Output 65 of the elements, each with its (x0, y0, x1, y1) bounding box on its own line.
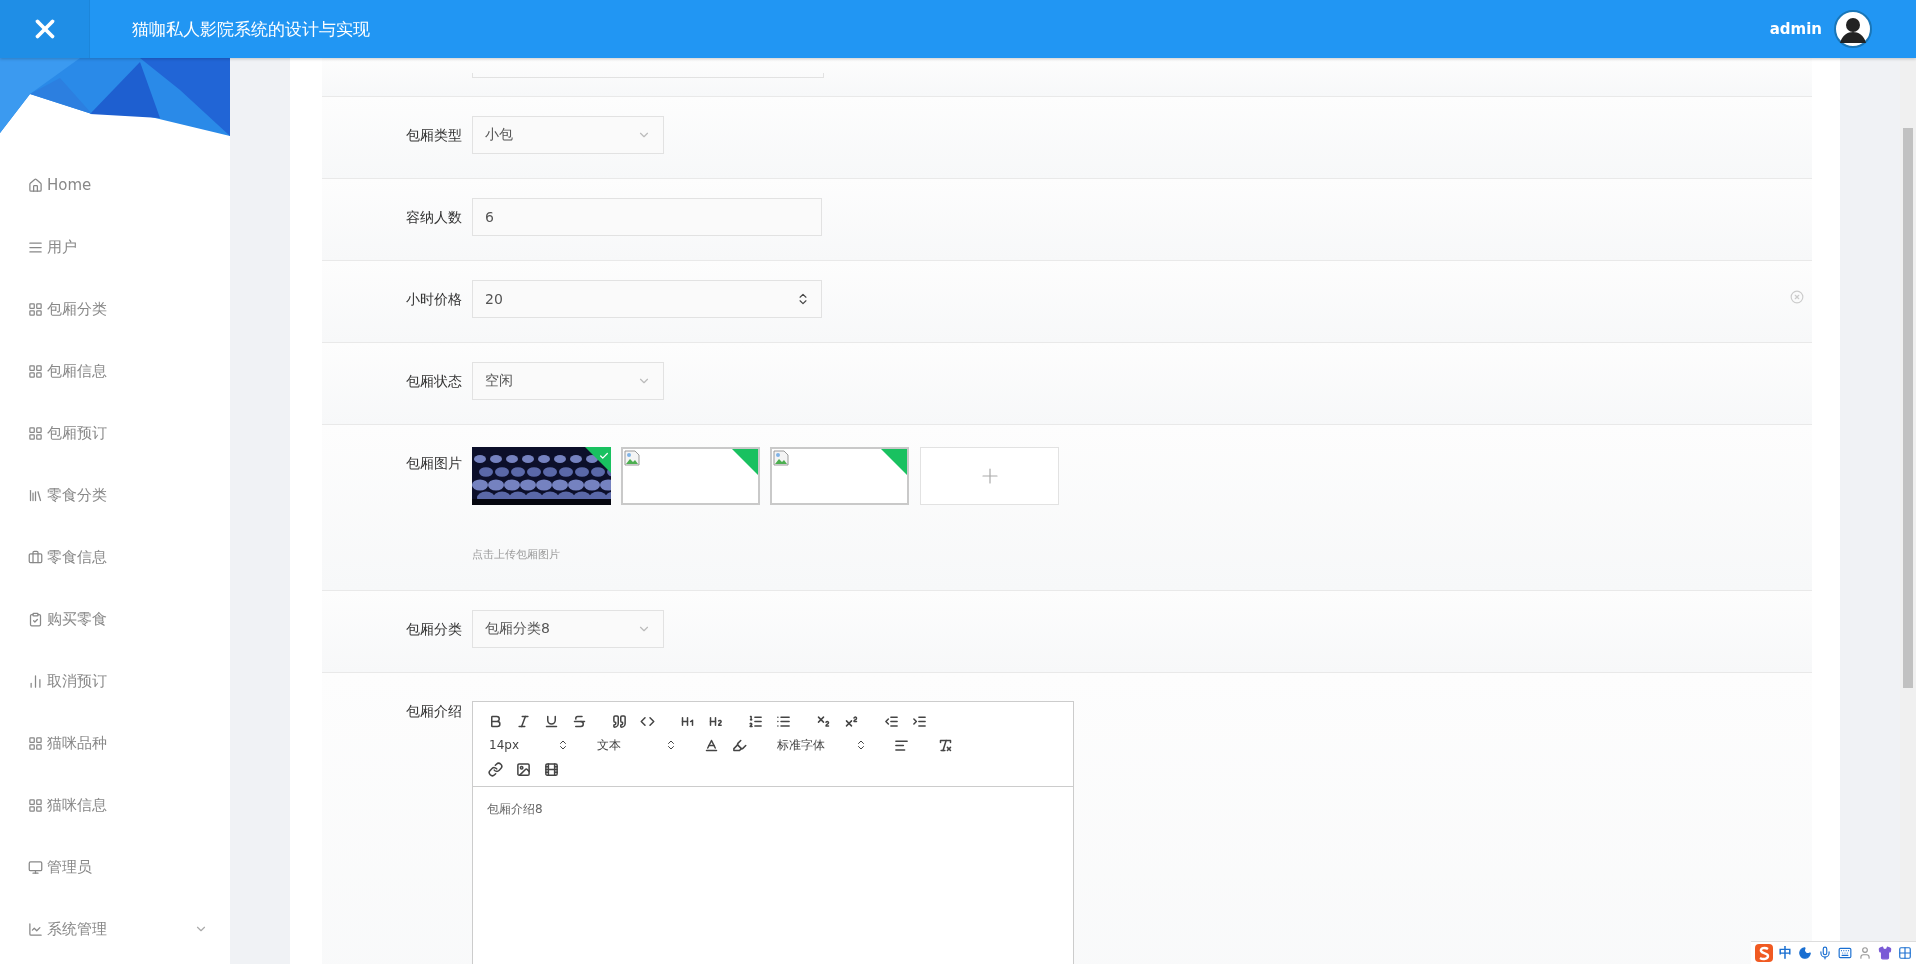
grid-icon (28, 363, 43, 379)
briefcase-icon (28, 549, 43, 565)
grid-icon (28, 735, 43, 751)
app-title: 猫咖私人影院系统的设计与实现 (132, 17, 371, 41)
ime-logo-icon[interactable] (1755, 944, 1773, 962)
spinner-icon (557, 739, 569, 751)
sidebar-item[interactable]: 零食分类 (0, 464, 230, 526)
field-label: 包厢分类 (405, 620, 463, 639)
line-chart-icon (28, 921, 43, 937)
sidebar-item[interactable]: 系统管理 (0, 898, 230, 960)
sidebar-item[interactable]: 包厢预订 (0, 402, 230, 464)
select-field[interactable]: 空闲 (472, 362, 664, 400)
field-label: 包厢状态 (405, 372, 463, 391)
toolbar-select[interactable]: 文本 (593, 736, 677, 754)
shirt-icon[interactable] (1878, 946, 1892, 960)
scrollbar-thumb[interactable] (1903, 128, 1913, 688)
spinner-icon (855, 739, 867, 751)
link-icon[interactable] (485, 760, 505, 778)
microphone-icon[interactable] (1818, 946, 1832, 960)
sidebar-item[interactable]: 猫咪信息 (0, 774, 230, 836)
broken-image-icon (773, 450, 789, 466)
image-thumbnail[interactable] (770, 447, 909, 505)
grid-icon (28, 425, 43, 441)
clipboard-check-icon (28, 611, 43, 627)
editor-content: 包厢介绍8 (486, 801, 544, 818)
user-name[interactable]: admin (1769, 20, 1822, 38)
sidebar-item[interactable]: 购买零食 (0, 588, 230, 650)
toolbar-select[interactable]: 标准字体 (773, 736, 867, 754)
keyboard-icon[interactable] (1838, 946, 1852, 960)
input-mode[interactable]: 中 (1779, 944, 1792, 962)
number-field[interactable]: 20 (472, 280, 822, 318)
moon-icon[interactable] (1798, 946, 1812, 960)
spinner-icon (665, 739, 677, 751)
field-label: 小时价格 (405, 290, 463, 309)
field-label: 包厢介绍 (405, 702, 463, 721)
monitor-icon (28, 859, 43, 875)
grid-icon[interactable] (1898, 946, 1912, 960)
broken-image-icon (624, 450, 640, 466)
avatar-icon[interactable] (1834, 10, 1872, 48)
select-field[interactable]: 小包 (472, 116, 664, 154)
home-icon (28, 177, 43, 193)
sidebar-item[interactable]: Home (0, 154, 230, 216)
image-thumbnail[interactable] (621, 447, 760, 505)
bar-chart-icon (28, 673, 43, 689)
sidebar-item[interactable]: 用户 (0, 216, 230, 278)
text-field[interactable]: 6 (472, 198, 822, 236)
field-label: 包厢图片 (405, 454, 463, 473)
field-label: 容纳人数 (405, 208, 463, 227)
books-icon (28, 487, 43, 503)
list-icon (28, 239, 43, 255)
select-field[interactable]: 包厢分类8 (472, 610, 664, 648)
field-label: 包厢类型 (405, 126, 463, 145)
rich-text-editor[interactable]: 14px 文本 标准字体 包厢介绍8 (472, 701, 1074, 964)
sidebar-item[interactable]: 取消预订 (0, 650, 230, 712)
grid-icon (28, 301, 43, 317)
sidebar-item[interactable]: 零食信息 (0, 526, 230, 588)
close-button[interactable] (0, 0, 90, 58)
grid-icon (28, 797, 43, 813)
text-field[interactable] (472, 73, 824, 78)
sidebar-item[interactable]: 猫咪品种 (0, 712, 230, 774)
sidebar-item[interactable]: 包厢分类 (0, 278, 230, 340)
sidebar-item[interactable]: 包厢信息 (0, 340, 230, 402)
toolbar-select[interactable]: 14px (485, 736, 569, 754)
sidebar-item[interactable]: 管理员 (0, 836, 230, 898)
upload-hint: 点击上传包厢图片 (472, 547, 561, 562)
